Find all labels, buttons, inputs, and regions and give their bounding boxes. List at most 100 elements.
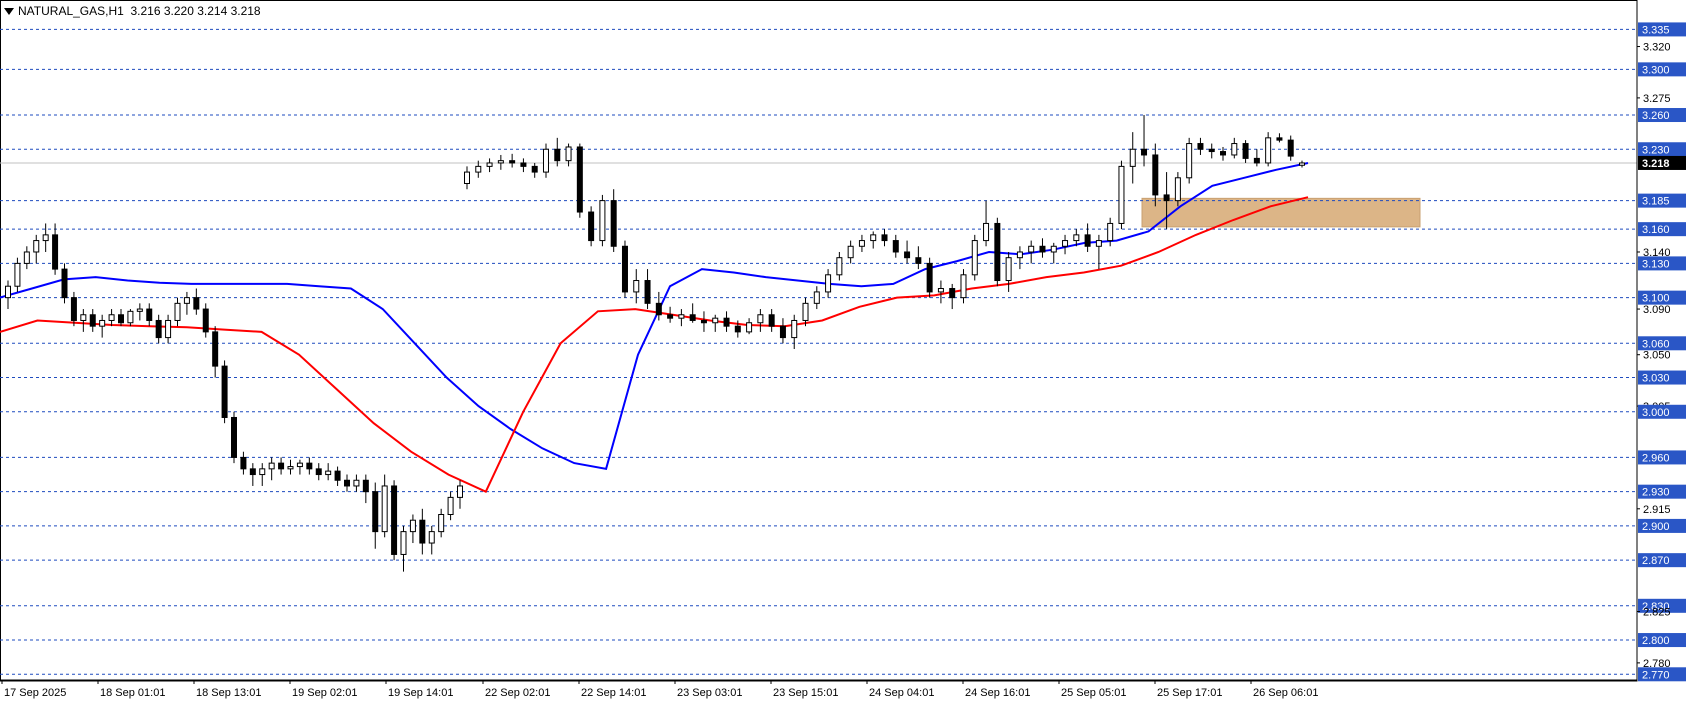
time-tick-label: 26 Sep 06:01	[1253, 687, 1318, 699]
candle-body-bull	[1050, 245, 1057, 253]
time-tick-label: 23 Sep 03:01	[677, 687, 742, 699]
candle	[118, 309, 124, 327]
candle	[621, 240, 628, 298]
candle	[457, 480, 463, 509]
candle-body-bear	[734, 325, 741, 333]
candle-body-bull	[678, 314, 685, 319]
candle-body-bear	[1084, 234, 1091, 247]
candle-body-bull	[42, 234, 49, 242]
level-price-label: 3.030	[1642, 373, 1670, 385]
candle-body-bear	[926, 262, 933, 293]
candle	[193, 288, 200, 315]
candle	[757, 309, 764, 332]
candle-body-bull	[296, 462, 303, 468]
candle	[136, 303, 143, 321]
candle	[700, 311, 707, 332]
candle-body-bull	[325, 470, 332, 476]
candle	[644, 269, 651, 310]
candle	[23, 246, 30, 270]
candle-body-bull	[381, 485, 388, 533]
candle	[689, 303, 696, 323]
candle	[870, 231, 877, 249]
candle-body-bear	[1220, 151, 1227, 156]
candle	[70, 291, 77, 327]
candle-body-bear	[315, 468, 322, 476]
candle-body-bull	[136, 308, 143, 312]
candle	[723, 311, 730, 332]
price-tick-label: 3.275	[1643, 93, 1671, 105]
candle	[1084, 223, 1091, 252]
support-zone	[1141, 197, 1421, 228]
candle-body-bull	[353, 479, 360, 487]
level-price-label: 3.185	[1642, 196, 1670, 208]
candle	[746, 318, 753, 335]
candle-body-bull	[1016, 251, 1023, 259]
candle	[202, 303, 209, 338]
current-price-label: 3.218	[1642, 158, 1670, 170]
candle	[1186, 137, 1193, 184]
candle-body-bear	[610, 200, 617, 247]
candle	[1287, 135, 1294, 161]
candle-body-bear	[231, 416, 237, 458]
candle	[80, 309, 87, 332]
candle	[344, 474, 350, 492]
candle-body-bull	[983, 222, 990, 242]
candle	[419, 508, 426, 555]
candle	[1208, 143, 1215, 159]
time-tick-label: 19 Sep 14:01	[388, 687, 453, 699]
candle-body-bull	[33, 240, 40, 253]
candle-body-bear	[52, 234, 59, 270]
level-price-label: 3.130	[1642, 258, 1670, 270]
candle-body-bear	[621, 245, 628, 293]
level-price-label: 3.160	[1642, 224, 1670, 236]
support-zone-layer	[1141, 197, 1421, 228]
candle	[836, 251, 843, 281]
candle-body-bull	[80, 314, 87, 321]
candle	[287, 459, 294, 475]
level-price-label: 3.300	[1642, 64, 1670, 76]
candle-body-bull	[475, 165, 482, 173]
candle-body-bear	[1242, 143, 1249, 159]
candle	[971, 234, 978, 281]
candle-body-bear	[1253, 157, 1260, 164]
candle	[127, 309, 134, 327]
price-chart[interactable]: 3.335 3.320 3.300 3.275 3.260 3.230 3.218 3.185…	[0, 0, 1686, 707]
candle-body-bull	[486, 162, 493, 167]
candle	[334, 466, 341, 486]
candle-body-bear	[202, 308, 209, 333]
level-price-label: 3.060	[1642, 338, 1670, 350]
candle-body-bear	[249, 468, 256, 476]
candle-body-bull	[937, 288, 944, 293]
candle	[42, 223, 49, 252]
candle-body-bull	[542, 148, 549, 173]
candle-body-bull	[960, 274, 967, 299]
candle-body-bear	[1208, 148, 1215, 153]
candle	[391, 480, 398, 561]
candle-body-bear	[768, 314, 775, 327]
candle-body-bear	[520, 162, 527, 167]
candle	[576, 143, 583, 218]
candle-body-bull	[1299, 162, 1305, 166]
candle	[1062, 234, 1069, 255]
candle-body-bull	[287, 466, 294, 470]
candle-body-bull	[971, 240, 978, 276]
candle-body-bull	[1186, 143, 1193, 179]
candle-body-bull	[1028, 245, 1035, 253]
time-tick-label: 24 Sep 04:01	[869, 687, 934, 699]
candle-body-bull	[497, 160, 504, 164]
candle	[892, 234, 899, 258]
candle-body-bear	[949, 288, 956, 299]
candle-body-bull	[268, 462, 275, 470]
candle	[1095, 234, 1102, 270]
grid-layer	[0, 0, 1638, 682]
candle-body-bear	[881, 234, 888, 242]
candle-body-bull	[870, 234, 877, 242]
candle-body-bear	[89, 314, 96, 327]
candle	[881, 229, 888, 247]
axis-layer: 3.335 3.320 3.300 3.275 3.260 3.230 3.218 3.185…	[0, 0, 1686, 699]
candle-body-bull	[1095, 240, 1102, 247]
candle	[183, 291, 190, 315]
candle-body-bear	[362, 479, 369, 493]
candle	[428, 525, 435, 555]
candle	[497, 154, 504, 170]
